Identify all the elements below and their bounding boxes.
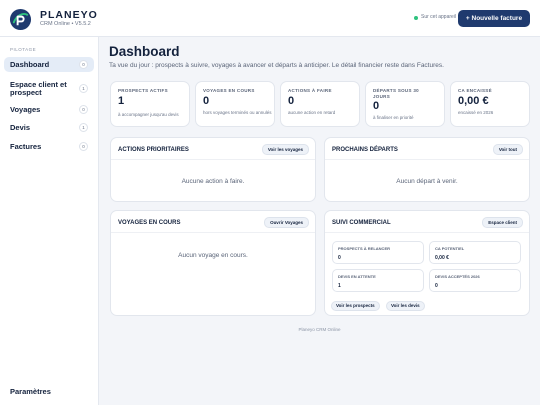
stat-value: 0,00 €	[435, 255, 449, 261]
panel-divider	[325, 159, 529, 160]
sidebar-item-label: Factures	[10, 141, 42, 151]
sync-status-dot	[414, 15, 418, 20]
panel-divider	[325, 232, 529, 233]
kpi-hint: à finaliser en priorité	[373, 115, 414, 120]
kpi-value: 0	[203, 95, 210, 107]
kpi-hint: encaissé en 2026	[458, 110, 494, 115]
new-invoice-button[interactable]: + Nouvelle facture	[458, 10, 530, 27]
kpi-hint: aucune action en retard	[288, 110, 336, 115]
stat-label: DEVIS ACCEPTÉS 2026	[435, 274, 480, 279]
kpi-card-actions: ACTIONS À FAIRE 0 aucune action en retar…	[280, 81, 360, 127]
kpi-value: 0,00 €	[458, 95, 489, 107]
kpi-value: 0	[373, 100, 380, 112]
panel-title: ACTIONS PRIORITAIRES	[118, 147, 189, 153]
page-title: Dashboard	[109, 44, 180, 59]
sales-tracking-panel: SUIVI COMMERCIAL Espace client PROSPECTS…	[324, 210, 530, 316]
panel-title: SUIVI COMMERCIAL	[332, 220, 391, 226]
kpi-label: ACTIONS À FAIRE	[288, 88, 332, 93]
sidebar-item-count: 1	[79, 84, 88, 93]
top-bar: PLANEYO CRM Online • V5.5.2 Sur cet appa…	[0, 0, 540, 37]
brand-name: PLANEYO	[40, 9, 98, 21]
app-version: CRM Online • V5.5.2	[40, 21, 91, 27]
kpi-hint: à accompagner jusqu'au devis	[118, 112, 179, 117]
sidebar-item-devis[interactable]: Devis 1	[4, 122, 94, 134]
kpi-card-revenue: CA ENCAISSÉ 0,00 € encaissé en 2026	[450, 81, 530, 127]
panel-divider	[111, 232, 315, 233]
stat-label: CA POTENTIEL	[435, 246, 465, 251]
sidebar-item-count: 0	[79, 105, 88, 114]
stat-label: DEVIS EN ATTENTE	[338, 274, 376, 279]
sidebar-item-label: Devis	[10, 122, 31, 132]
page-subtitle: Ta vue du jour : prospects à suivre, voy…	[109, 62, 444, 69]
kpi-label: CA ENCAISSÉ	[458, 88, 492, 93]
stat-label: PROSPECTS À RELANCER	[338, 246, 391, 251]
stat-value: 0	[435, 283, 438, 289]
view-prospects-button[interactable]: Voir les prospects	[331, 301, 380, 311]
view-trips-button[interactable]: Voir les voyages	[261, 144, 309, 155]
sidebar-item-dashboard[interactable]: Dashboard 0	[4, 57, 94, 72]
priority-actions-panel: ACTIONS PRIORITAIRES Voir les voyages Au…	[110, 137, 316, 202]
sidebar-item-settings[interactable]: Paramètres	[10, 387, 51, 396]
view-all-departures-button[interactable]: Voir tout	[492, 144, 523, 155]
kpi-value: 1	[118, 95, 125, 107]
sidebar: PILOTAGE Dashboard 0 Espace client et pr…	[0, 37, 99, 405]
stat-potential-revenue: CA POTENTIEL 0,00 €	[429, 241, 521, 264]
open-trips-button[interactable]: Ouvrir Voyages	[264, 217, 309, 228]
stat-value: 1	[338, 283, 341, 289]
empty-state: Aucun départ à venir.	[396, 178, 458, 185]
footer-text: Planeyo CRM Online	[298, 327, 341, 332]
sidebar-item-label: Espace client et prospect	[10, 79, 67, 97]
kpi-hint: hors voyages terminés ou annulés	[203, 110, 272, 115]
stat-prospects-to-follow-up: PROSPECTS À RELANCER 0	[332, 241, 424, 264]
kpi-value: 0	[288, 95, 295, 107]
sidebar-item-voyages[interactable]: Voyages 0	[4, 104, 94, 116]
kpi-card-prospects: PROSPECTS ACTIFS 1 à accompagner jusqu'a…	[110, 81, 190, 127]
sidebar-item-count: 0	[79, 60, 88, 69]
kpi-card-departures: DÉPARTS SOUS 30 JOURS 0 à finaliser en p…	[365, 81, 445, 127]
panel-title: VOYAGES EN COURS	[118, 220, 181, 226]
kpi-label: DÉPARTS SOUS 30 JOURS	[373, 88, 419, 99]
ongoing-trips-panel: VOYAGES EN COURS Ouvrir Voyages Aucun vo…	[110, 210, 316, 316]
sync-status-text: Sur cet appareil	[421, 14, 457, 20]
client-space-button[interactable]: Espace client	[482, 217, 523, 228]
sidebar-item-label: Dashboard	[10, 59, 50, 69]
sidebar-item-label: Voyages	[10, 104, 41, 114]
planeyo-logo-icon	[9, 8, 32, 31]
sidebar-section-title: PILOTAGE	[10, 47, 37, 52]
panel-divider	[111, 159, 315, 160]
empty-state: Aucune action à faire.	[181, 178, 245, 185]
kpi-card-voyages: VOYAGES EN COURS 0 hors voyages terminés…	[195, 81, 275, 127]
sidebar-item-count: 1	[79, 123, 88, 132]
next-departures-panel: PROCHAINS DÉPARTS Voir tout Aucun départ…	[324, 137, 530, 202]
kpi-label: PROSPECTS ACTIFS	[118, 88, 168, 93]
sidebar-item-factures[interactable]: Factures 0	[4, 141, 94, 153]
sidebar-item-count: 0	[79, 142, 88, 151]
stat-value: 0	[338, 255, 341, 261]
view-quotes-button[interactable]: Voir les devis	[386, 301, 425, 311]
kpi-label: VOYAGES EN COURS	[203, 88, 255, 93]
stat-pending-quotes: DEVIS EN ATTENTE 1	[332, 269, 424, 292]
panel-title: PROCHAINS DÉPARTS	[332, 147, 398, 153]
sidebar-item-clients[interactable]: Espace client et prospect 1	[4, 79, 94, 99]
empty-state: Aucun voyage en cours.	[178, 252, 248, 259]
stat-accepted-quotes: DEVIS ACCEPTÉS 2026 0	[429, 269, 521, 292]
